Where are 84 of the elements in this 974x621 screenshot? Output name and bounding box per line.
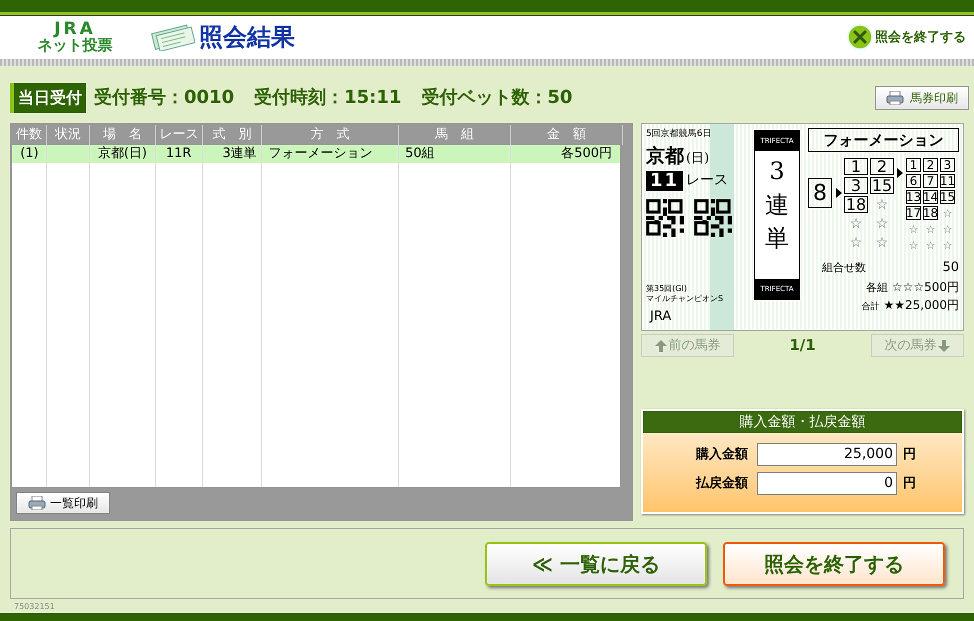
table-cell-text: 11R bbox=[164, 145, 192, 164]
amount-label: 購入金額 bbox=[694, 446, 748, 464]
issuer-label: JRA bbox=[650, 308, 672, 326]
horse-number: 15 bbox=[870, 177, 894, 194]
horse-number: 6 bbox=[906, 174, 921, 188]
empty-slot-text: ☆ bbox=[874, 234, 890, 252]
race-label: レース bbox=[686, 171, 728, 190]
empty-slot-text: ☆ bbox=[924, 238, 936, 252]
empty-slot-text: ☆ bbox=[942, 206, 954, 220]
each-amount: ☆☆☆500円 bbox=[892, 278, 959, 296]
logo-text: JRA bbox=[54, 21, 96, 38]
combos-value: 50 bbox=[942, 259, 959, 278]
each-label: 各組 bbox=[866, 280, 888, 296]
yen-unit: 円 bbox=[903, 446, 916, 464]
horse-number: 1 bbox=[906, 158, 921, 172]
horse-number: 1 bbox=[844, 158, 868, 176]
horse-number: 15 bbox=[940, 190, 955, 204]
arrow-up-icon bbox=[654, 340, 666, 352]
betting-tickets-icon bbox=[149, 23, 195, 52]
qr-code-icon bbox=[694, 199, 732, 238]
yen-unit: 円 bbox=[903, 474, 916, 493]
horse-number: 3 bbox=[940, 158, 955, 172]
ticket-page-indicator: 1/1 bbox=[789, 335, 816, 356]
empty-slot-text: ☆ bbox=[908, 222, 920, 236]
venue-name: 京都 bbox=[646, 144, 684, 169]
empty-slot-text: ☆ bbox=[874, 215, 890, 232]
race-name: 第35回(GI) bbox=[646, 284, 688, 294]
print-ticket-button[interactable]: 馬券印刷 bbox=[875, 86, 969, 110]
empty-slot-text: ☆ bbox=[942, 222, 954, 236]
meeting-label: 5回京都競馬6日 bbox=[646, 128, 712, 142]
receipt-time: 受付時刻：15:11 bbox=[254, 86, 402, 110]
table-cell-text: (1) bbox=[19, 145, 40, 164]
table-cell-text: 各500円 bbox=[560, 145, 614, 164]
close-icon bbox=[847, 24, 873, 50]
empty-slot-text: ☆ bbox=[874, 196, 890, 214]
table-cell-text: 3連単 bbox=[221, 145, 258, 164]
horse-number: 7 bbox=[923, 174, 938, 188]
bet-method: フォーメーション bbox=[808, 128, 959, 152]
table-cell-text: フォーメーション bbox=[268, 145, 374, 164]
race-number: 11 bbox=[646, 170, 684, 191]
arrow-down-icon bbox=[938, 340, 950, 352]
horse-number: 13 bbox=[906, 190, 921, 204]
printer-icon bbox=[886, 90, 904, 105]
terminal-id: 75032151 bbox=[14, 601, 56, 614]
amount-field: 25,000 bbox=[757, 443, 897, 466]
empty-slot-text: ☆ bbox=[908, 238, 920, 252]
empty-slot-text: ☆ bbox=[942, 238, 954, 252]
bet-count: 受付ベット数：50 bbox=[421, 86, 572, 110]
arrow-icon bbox=[836, 188, 842, 198]
qr-code-icon bbox=[646, 199, 684, 238]
horse-number: 17 bbox=[906, 206, 921, 220]
horse-number: 18 bbox=[923, 206, 938, 220]
horse-number: 3 bbox=[844, 177, 868, 194]
bet-row[interactable]: (1) 京都(日) 11R 3連単 フォーメーション 50組 各500円 bbox=[12, 145, 620, 164]
race-day: (日) bbox=[686, 148, 710, 168]
finish-inquiry-button[interactable]: 照会を終了する bbox=[723, 542, 945, 586]
horse-number: 14 bbox=[923, 190, 938, 204]
amount-field: 0 bbox=[757, 472, 897, 496]
empty-slot-text: ☆ bbox=[848, 234, 864, 252]
back-to-list-button[interactable]: ≪ 一覧に戻る bbox=[485, 542, 707, 586]
horse-number: 18 bbox=[844, 196, 868, 214]
combos-label: 組合せ数 bbox=[822, 260, 866, 276]
total-label: 合計 bbox=[861, 301, 880, 314]
amount-label: 払戻金額 bbox=[694, 474, 748, 493]
horse-number: 2 bbox=[870, 158, 894, 176]
logo-text: ネット投票 bbox=[38, 38, 112, 54]
race-name: マイルチャンピオンS bbox=[646, 294, 724, 304]
table-cell-text: 京都(日) bbox=[96, 145, 148, 164]
same-day-badge: 当日受付 bbox=[10, 82, 86, 113]
amounts-panel-title: 購入金額・払戻金額 bbox=[643, 411, 962, 434]
printer-icon bbox=[28, 496, 46, 510]
empty-slot-text: ☆ bbox=[848, 215, 864, 232]
receipt-number: 受付番号：0010 bbox=[94, 86, 234, 110]
print-list-button[interactable]: 一覧印刷 bbox=[16, 492, 110, 514]
total-amount: ★★25,000円 bbox=[883, 297, 959, 314]
horse-number: 2 bbox=[923, 158, 938, 172]
arrow-icon bbox=[897, 168, 903, 178]
table-cell-text: 50組 bbox=[404, 145, 436, 164]
horse-number: 11 bbox=[940, 174, 955, 188]
horse-number: 8 bbox=[808, 178, 832, 208]
page-title: 照会結果 bbox=[199, 22, 295, 54]
exit-link[interactable]: 照会を終了する bbox=[847, 24, 966, 50]
empty-slot-text: ☆ bbox=[924, 222, 936, 236]
bet-type: 3連単 bbox=[765, 156, 789, 254]
